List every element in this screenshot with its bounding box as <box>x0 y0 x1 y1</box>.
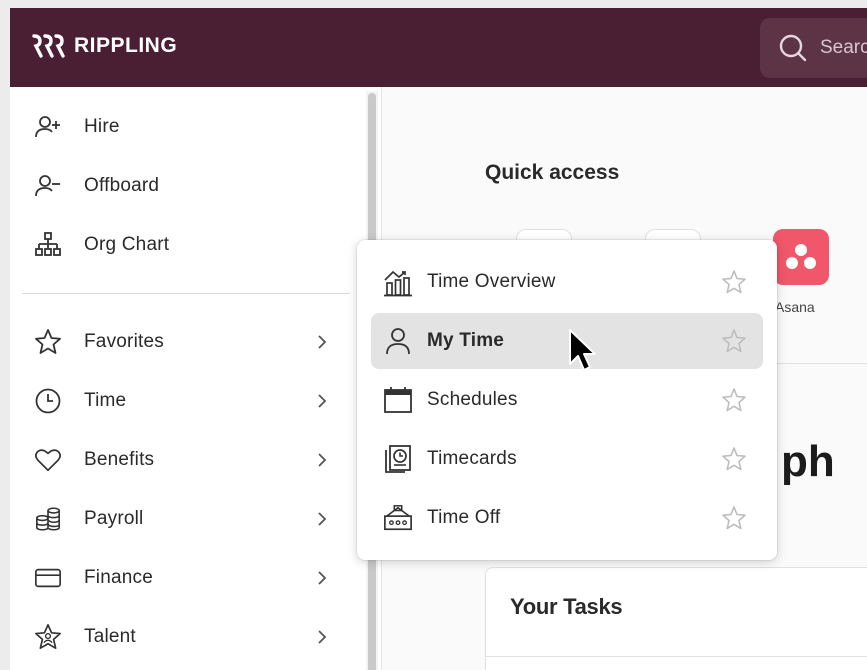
time-overview-icon <box>383 267 413 297</box>
menu-item-label: Timecards <box>427 448 517 469</box>
menu-item-label: Schedules <box>427 389 518 410</box>
sidebar-item-finance[interactable]: Finance <box>10 556 360 600</box>
credit-card-icon <box>34 564 62 592</box>
favorite-star-icon[interactable] <box>721 269 747 295</box>
your-tasks-card: Your Tasks <box>485 567 867 670</box>
favorite-star-icon[interactable] <box>721 328 747 354</box>
tasks-title: Your Tasks <box>510 594 623 619</box>
app-tile-asana[interactable] <box>773 229 829 285</box>
asana-logo-icon <box>786 244 816 269</box>
sidebar-item-label: Org Chart <box>84 234 170 255</box>
talent-star-icon <box>34 623 62 651</box>
sidebar-item-label: Payroll <box>84 508 144 529</box>
sidebar-item-label: Talent <box>84 626 136 647</box>
favorite-star-icon[interactable] <box>721 446 747 472</box>
global-search[interactable]: Search <box>760 18 867 78</box>
sidebar-item-talent[interactable]: Talent <box>10 615 360 659</box>
time-submenu: Time Overview My Time Schedules Timecard… <box>357 240 777 560</box>
coins-icon <box>34 505 62 533</box>
person-add-icon <box>34 113 62 141</box>
menu-item-label: Time Off <box>427 507 501 528</box>
sidebar-item-favorites[interactable]: Favorites <box>10 320 360 364</box>
sidebar-item-label: Favorites <box>84 331 164 352</box>
sidebar-item-payroll[interactable]: Payroll <box>10 497 360 541</box>
brand-name: RIPPLING <box>74 34 178 57</box>
calendar-icon <box>383 385 413 415</box>
chevron-right-icon <box>310 330 334 354</box>
sidebar-item-label: Benefits <box>84 449 155 470</box>
menu-item-my-time[interactable]: My Time <box>371 313 763 369</box>
card-divider <box>486 656 867 657</box>
clock-icon <box>34 387 62 415</box>
menu-item-time-off[interactable]: Time Off <box>371 490 763 546</box>
greeting-heading: ph <box>781 437 835 486</box>
menu-item-label: My Time <box>427 330 505 351</box>
chevron-right-icon <box>310 625 334 649</box>
sidebar-item-org-chart[interactable]: Org Chart <box>10 223 360 267</box>
sidebar: Hire Offboard Org Chart Favorites Time B… <box>10 87 382 670</box>
menu-item-schedules[interactable]: Schedules <box>371 372 763 428</box>
menu-item-time-overview[interactable]: Time Overview <box>371 254 763 310</box>
menu-item-label: Time Overview <box>427 271 556 292</box>
sidebar-item-label: Finance <box>84 567 153 588</box>
heart-icon <box>34 446 62 474</box>
star-icon <box>34 328 62 356</box>
sidebar-divider <box>22 293 350 294</box>
sidebar-item-label: Hire <box>84 116 120 137</box>
mouse-cursor-icon <box>569 329 596 371</box>
sidebar-item-label: Offboard <box>84 175 160 196</box>
search-icon <box>779 34 807 62</box>
favorite-star-icon[interactable] <box>721 505 747 531</box>
search-placeholder: Search <box>820 37 867 58</box>
person-icon <box>383 326 413 356</box>
rippling-logo[interactable]: RIPPLING <box>32 34 177 58</box>
chevron-right-icon <box>310 507 334 531</box>
sidebar-item-hire[interactable]: Hire <box>10 105 360 149</box>
person-remove-icon <box>34 172 62 200</box>
sidebar-item-label: Time <box>84 390 127 411</box>
sidebar-item-offboard[interactable]: Offboard <box>10 164 360 208</box>
app-label: Asana <box>775 299 815 315</box>
sidebar-item-time[interactable]: Time <box>10 379 360 423</box>
quick-access-title: Quick access <box>485 161 620 184</box>
chevron-right-icon <box>310 448 334 472</box>
time-off-icon <box>383 503 413 533</box>
favorite-star-icon[interactable] <box>721 387 747 413</box>
timecard-icon <box>383 444 413 474</box>
menu-item-timecards[interactable]: Timecards <box>371 431 763 487</box>
rippling-mark-icon <box>32 34 65 58</box>
top-header: RIPPLING Search <box>10 8 867 87</box>
org-chart-icon <box>34 231 62 259</box>
chevron-right-icon <box>310 389 334 413</box>
chevron-right-icon <box>310 566 334 590</box>
sidebar-item-benefits[interactable]: Benefits <box>10 438 360 482</box>
